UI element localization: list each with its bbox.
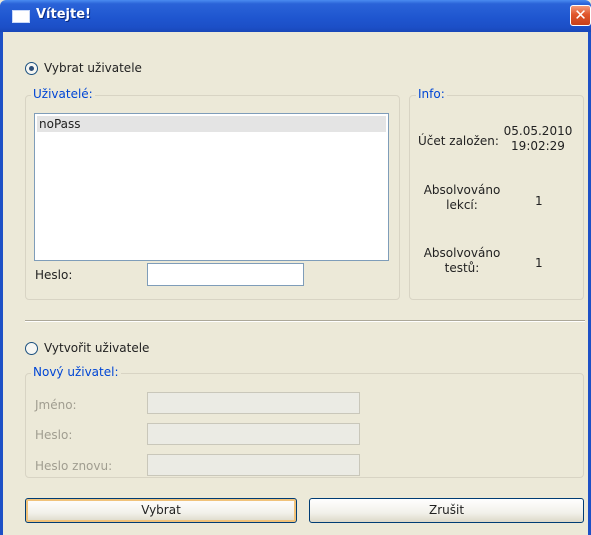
cancel-button[interactable]: Zrušit	[309, 498, 584, 523]
close-icon: ✕	[574, 6, 587, 24]
close-button[interactable]: ✕	[570, 5, 591, 26]
create-user-radio[interactable]: Vytvořit uživatele	[25, 341, 149, 355]
tests-label: Absolvováno testů:	[412, 246, 512, 276]
tests-label-line2: testů:	[444, 261, 480, 275]
info-group-legend: Info:	[416, 87, 447, 101]
select-user-radio-label[interactable]: Vybrat uživatele	[44, 61, 142, 75]
new-password-input[interactable]	[147, 423, 360, 445]
new-password-again-label: Heslo znovu:	[35, 459, 113, 473]
password-label: Heslo:	[35, 268, 73, 282]
select-button[interactable]: Vybrat	[25, 498, 297, 523]
users-group-legend: Uživatelé:	[31, 87, 95, 101]
tests-label-line1: Absolvováno	[423, 246, 501, 260]
title-bar: Vítejte! ✕	[0, 0, 591, 32]
lessons-label: Absolvováno lekcí:	[412, 183, 512, 213]
tests-value: 1	[535, 256, 543, 270]
window-title: Vítejte!	[36, 7, 91, 22]
list-item[interactable]: noPass	[37, 116, 386, 132]
select-user-radio-button[interactable]	[25, 61, 38, 75]
password-input[interactable]	[147, 263, 304, 286]
account-created-date: 05.05.2010	[503, 124, 573, 138]
section-divider	[25, 320, 585, 322]
lessons-value: 1	[535, 194, 543, 208]
new-password-again-input[interactable]	[147, 454, 360, 476]
create-user-radio-label[interactable]: Vytvořit uživatele	[44, 341, 149, 355]
new-password-label: Heslo:	[35, 428, 73, 442]
window-frame-left	[0, 32, 3, 535]
account-created-time: 19:02:29	[511, 139, 565, 153]
account-created-label: Účet založen:	[418, 134, 499, 148]
window-icon	[12, 10, 30, 23]
new-name-input[interactable]	[147, 392, 360, 414]
new-name-label: Jméno:	[35, 398, 77, 412]
account-created-value: 05.05.2010 19:02:29	[497, 124, 579, 154]
create-user-radio-button[interactable]	[25, 341, 38, 355]
lessons-label-line1: Absolvováno	[423, 183, 501, 197]
lessons-label-line2: lekcí:	[446, 198, 478, 212]
new-user-group-legend: Nový uživatel:	[31, 365, 121, 379]
users-listbox[interactable]: noPass	[34, 113, 389, 261]
login-dialog: Vítejte! ✕ Vybrat uživatele Uživatelé: n…	[0, 0, 591, 535]
select-user-radio[interactable]: Vybrat uživatele	[25, 61, 142, 75]
